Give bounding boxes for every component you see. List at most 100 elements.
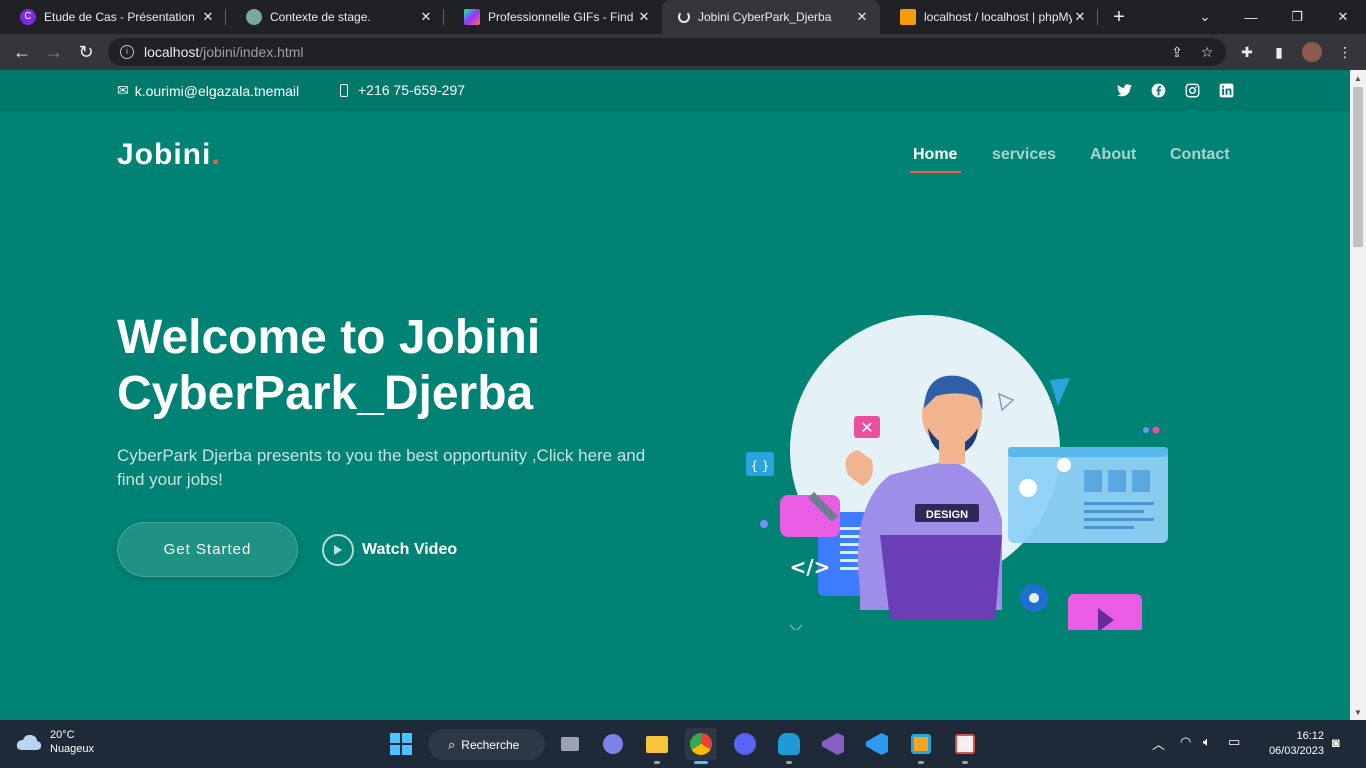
close-tab-icon[interactable]: ✕ — [1072, 9, 1088, 25]
new-tab-button[interactable]: + — [1097, 0, 1141, 34]
page-scrollbar[interactable]: ▲ ▼ — [1350, 70, 1366, 720]
address-bar[interactable]: i localhost /jobini/index.html ⇪ ☆ — [108, 38, 1226, 66]
cloud-icon — [16, 734, 42, 750]
show-hidden-icons-chevron-icon[interactable]: ︿ — [1152, 734, 1165, 753]
search-label: Recherche — [461, 737, 520, 752]
weather-temp: 20°C — [50, 729, 75, 741]
chrome-app[interactable] — [685, 728, 717, 764]
scroll-up-arrow-icon[interactable]: ▲ — [1350, 70, 1366, 86]
instagram-icon[interactable] — [1184, 82, 1200, 98]
svg-text:{ }: { } — [750, 459, 769, 473]
close-tab-icon[interactable]: ✕ — [854, 9, 870, 25]
teams-icon — [603, 734, 623, 754]
side-panel-icon[interactable]: ▮ — [1270, 43, 1288, 61]
watch-video-button[interactable]: Watch Video — [322, 534, 457, 566]
hero-title-line-1: Welcome to Jobini — [117, 311, 541, 364]
phone-text: +216 75-659-297 — [358, 82, 466, 98]
weather-widget[interactable]: 20°C Nuageux — [16, 728, 94, 756]
site-logo[interactable]: Jobini. — [117, 138, 221, 172]
task-view-button[interactable] — [554, 728, 586, 760]
nav-about[interactable]: About — [1090, 146, 1136, 164]
window-app[interactable] — [905, 728, 937, 764]
reload-button[interactable]: ↻ — [74, 40, 98, 64]
phone-contact[interactable]: +216 75-659-297 — [340, 82, 465, 98]
visual-studio-app[interactable] — [817, 728, 849, 760]
facebook-icon[interactable] — [1150, 82, 1166, 98]
canva-icon: C — [20, 9, 36, 25]
browser-tab-jobini[interactable]: Jobini CyberPark_Djerba ✕ — [662, 0, 880, 34]
taskbar-search[interactable]: ⌕ Recherche — [428, 729, 545, 760]
hero-subtitle: CyberPark Djerba presents to you the bes… — [117, 446, 646, 489]
browser-tab-chatgpt[interactable]: Contexte de stage. ✕ — [226, 0, 444, 34]
scroll-down-arrow-icon[interactable]: ▼ — [1350, 704, 1366, 720]
hero-title-line-2: CyberPark_Djerba — [117, 367, 534, 420]
contact-topbar: ✉ k.ourimi@elgazala.tnemail +216 75-659-… — [0, 70, 1350, 111]
browser-tab-giphy[interactable]: Professionnelle GIFs - Find & ✕ — [444, 0, 662, 34]
close-window-button[interactable]: ✕ — [1320, 0, 1366, 34]
browser-tab-strip: C Etude de Cas - Présentation ✕ Contexte… — [0, 0, 1366, 34]
volume-icon[interactable]: 🔈︎ — [1203, 734, 1211, 750]
scrollbar-thumb[interactable] — [1353, 87, 1363, 247]
get-started-button[interactable]: Get Started — [117, 522, 298, 577]
browser-tab-phpmyadmin[interactable]: localhost / localhost | phpMy ✕ — [880, 0, 1098, 34]
snipping-icon — [955, 734, 975, 754]
logo-text: Jobini — [117, 138, 212, 171]
twitter-icon[interactable] — [1116, 82, 1132, 98]
email-contact[interactable]: ✉ k.ourimi@elgazala.tnemail — [117, 82, 299, 99]
restore-button[interactable]: ❐ — [1274, 0, 1320, 34]
teams-chat-app[interactable] — [597, 728, 629, 760]
logo-dot: . — [211, 138, 221, 171]
browser-tab-canva[interactable]: C Etude de Cas - Présentation ✕ — [0, 0, 226, 34]
url-host: localhost — [144, 44, 200, 60]
mysql-workbench-app[interactable] — [773, 728, 805, 764]
chrome-icon — [690, 733, 712, 755]
phpmyadmin-icon — [900, 9, 916, 25]
svg-text:</>: </> — [790, 555, 831, 579]
nav-home[interactable]: Home — [913, 146, 957, 164]
tab-title: Jobini CyberPark_Djerba — [698, 10, 832, 24]
snipping-tool-app[interactable] — [949, 728, 981, 764]
dolphin-icon — [778, 733, 800, 755]
task-view-icon — [561, 737, 579, 751]
system-clock[interactable]: 16:12 06/03/2023 — [1258, 729, 1324, 759]
battery-icon[interactable]: ▭ — [1228, 734, 1240, 750]
browser-menu-icon[interactable]: ⋮ — [1336, 43, 1354, 61]
tab-title: Professionnelle GIFs - Find & — [488, 10, 636, 24]
close-tab-icon[interactable]: ✕ — [636, 9, 652, 25]
wifi-icon[interactable]: ◠ — [1180, 734, 1191, 750]
file-explorer-app[interactable] — [641, 728, 673, 764]
watch-video-label: Watch Video — [362, 541, 458, 558]
clock-time: 16:12 — [1296, 730, 1324, 742]
site-info-icon[interactable]: i — [120, 45, 134, 59]
extensions-icon[interactable]: ✚ — [1238, 43, 1256, 61]
phone-icon — [340, 83, 348, 97]
vscode-app[interactable] — [861, 728, 893, 760]
share-icon[interactable]: ⇪ — [1168, 43, 1186, 61]
hero-illustration: </> { } DESIGN ✕ — [746, 315, 1168, 630]
app-window-icon — [911, 734, 931, 754]
nav-contact[interactable]: Contact — [1170, 146, 1230, 164]
minimize-button[interactable]: — — [1228, 0, 1274, 34]
weather-desc: Nuageux — [50, 743, 95, 755]
clock-date: 06/03/2023 — [1268, 745, 1324, 757]
linkedin-icon[interactable] — [1218, 82, 1234, 98]
page-viewport: ✉ k.ourimi@elgazala.tnemail +216 75-659-… — [0, 70, 1350, 720]
discord-app[interactable] — [729, 728, 761, 760]
url-path: /jobini/index.html — [199, 44, 304, 60]
vscode-icon — [866, 733, 888, 755]
discord-icon — [734, 733, 756, 755]
start-button[interactable] — [385, 728, 417, 760]
search-icon: ⌕ — [448, 736, 456, 752]
svg-text:DESIGN: DESIGN — [926, 509, 968, 521]
bookmark-star-icon[interactable]: ☆ — [1198, 43, 1216, 61]
close-tab-icon[interactable]: ✕ — [200, 9, 216, 25]
envelope-icon: ✉ — [117, 82, 129, 98]
folder-icon — [646, 735, 668, 753]
profile-avatar[interactable] — [1302, 42, 1322, 62]
close-tab-icon[interactable]: ✕ — [418, 9, 434, 25]
forward-button[interactable]: → — [42, 40, 66, 64]
nav-services[interactable]: services — [992, 146, 1056, 164]
notification-icon[interactable]: ◙ — [1332, 735, 1340, 750]
tab-search-chevron-icon[interactable]: ⌄ — [1182, 0, 1228, 34]
back-button[interactable]: ← — [10, 40, 34, 64]
